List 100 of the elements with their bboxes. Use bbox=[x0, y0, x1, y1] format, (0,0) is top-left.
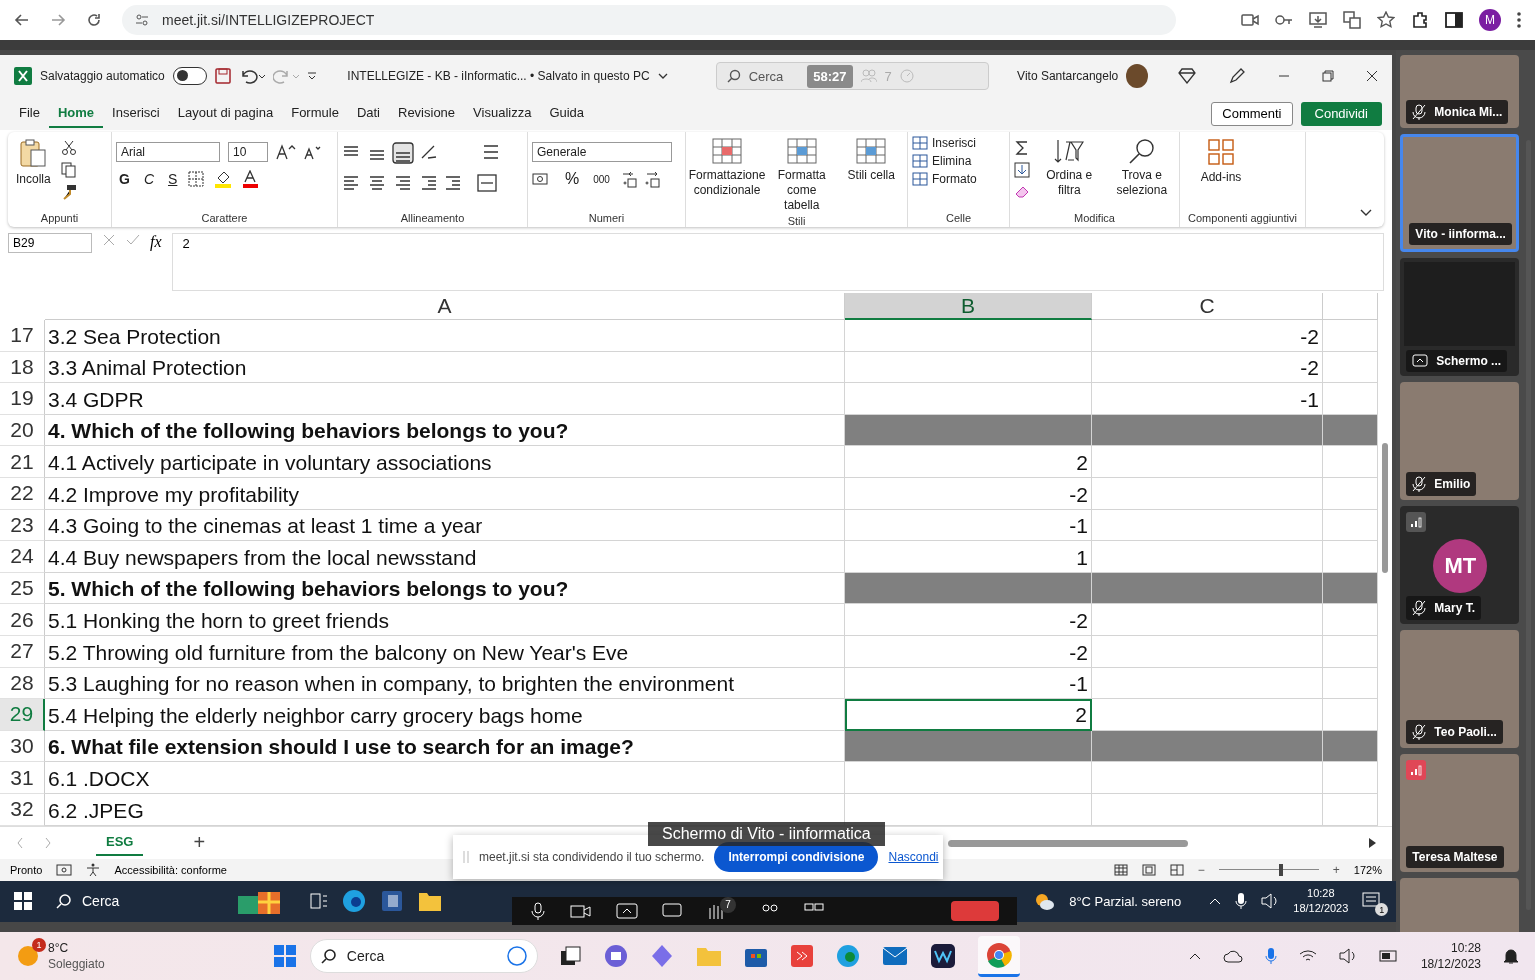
battery-icon[interactable] bbox=[1378, 950, 1399, 962]
add-ins-button[interactable]: Add-ins bbox=[1184, 136, 1258, 187]
forward-arrow-icon[interactable] bbox=[50, 12, 66, 28]
formula-input[interactable]: 2 bbox=[171, 233, 1384, 291]
star-icon[interactable] bbox=[1377, 11, 1395, 29]
row-number[interactable]: 25 bbox=[0, 572, 45, 605]
borders-icon[interactable] bbox=[188, 171, 207, 187]
browser-icon[interactable] bbox=[342, 889, 366, 913]
column-header[interactable]: A bbox=[45, 293, 845, 320]
cloud-icon[interactable] bbox=[1222, 949, 1243, 963]
insert-function-button[interactable]: fx bbox=[150, 233, 162, 251]
diamond-icon[interactable] bbox=[1178, 68, 1196, 84]
row-number[interactable]: 17 bbox=[0, 320, 45, 352]
chat-icon[interactable] bbox=[662, 902, 682, 919]
extensions-icon[interactable] bbox=[1411, 11, 1429, 29]
row-number[interactable]: 21 bbox=[0, 446, 45, 478]
copilot-icon[interactable] bbox=[649, 944, 674, 968]
row-number[interactable]: 20 bbox=[0, 414, 45, 447]
close-icon[interactable] bbox=[1366, 70, 1378, 82]
undo-icon[interactable] bbox=[239, 68, 266, 84]
more-menu-icon[interactable] bbox=[1517, 12, 1521, 28]
autosave-toggle[interactable] bbox=[172, 67, 208, 85]
participant-tile[interactable]: Monica Mi... bbox=[1400, 55, 1520, 128]
camera-icon[interactable] bbox=[1241, 13, 1259, 27]
chat-icon[interactable] bbox=[603, 944, 628, 968]
address-bar[interactable]: meet.jit.si/INTELLIGIZEPROJECT bbox=[122, 5, 1176, 35]
row-number[interactable]: 18 bbox=[0, 351, 45, 384]
screen-share-icon[interactable] bbox=[616, 902, 638, 919]
row-number[interactable]: 22 bbox=[0, 477, 45, 510]
side-panel-icon[interactable] bbox=[1445, 12, 1463, 28]
taskbar-search[interactable]: Cerca bbox=[46, 884, 296, 918]
menu-tab[interactable]: Layout di pagina bbox=[168, 99, 283, 128]
cells-button[interactable]: Elimina bbox=[912, 154, 972, 168]
drag-handle-icon[interactable] bbox=[463, 850, 469, 864]
participant-tile[interactable]: Teo Paoli... bbox=[1400, 630, 1520, 748]
normal-view-icon[interactable] bbox=[1113, 863, 1128, 876]
accessibility-icon[interactable] bbox=[86, 862, 101, 877]
row-number[interactable]: 23 bbox=[0, 509, 45, 542]
column-header[interactable]: C bbox=[1092, 293, 1323, 320]
microphone-icon[interactable] bbox=[530, 901, 546, 920]
row-number[interactable]: 24 bbox=[0, 541, 45, 573]
wifi-icon[interactable] bbox=[1298, 949, 1317, 963]
cells-button[interactable]: Inserisci bbox=[912, 136, 976, 150]
pen-icon[interactable] bbox=[1228, 67, 1246, 85]
bold-button[interactable]: G bbox=[116, 171, 133, 187]
menu-tab[interactable]: Guida bbox=[540, 99, 594, 128]
back-arrow-icon[interactable] bbox=[14, 12, 30, 28]
microphone-icon[interactable] bbox=[1235, 892, 1248, 910]
user-avatar[interactable] bbox=[1126, 64, 1148, 88]
scroll-right-icon[interactable] bbox=[1368, 837, 1376, 848]
percent-button[interactable]: % bbox=[562, 170, 583, 188]
name-box[interactable]: B29 bbox=[8, 233, 92, 253]
editing-button[interactable]: Ordina e filtra bbox=[1036, 136, 1103, 200]
bell-icon[interactable] bbox=[1503, 947, 1519, 965]
row-number[interactable]: 29 bbox=[0, 699, 45, 731]
number-format-dropdown[interactable]: Generale bbox=[532, 142, 672, 162]
menu-tab[interactable]: Dati bbox=[347, 99, 389, 128]
restore-icon[interactable] bbox=[1322, 70, 1334, 82]
styles-button[interactable]: Formattazione condizionale bbox=[690, 136, 764, 200]
remote-app-icon[interactable] bbox=[789, 944, 814, 968]
mail-icon[interactable] bbox=[881, 946, 908, 966]
menu-tab[interactable]: File bbox=[10, 99, 49, 128]
participant-tile[interactable]: Emilio bbox=[1400, 382, 1520, 500]
hide-link[interactable]: Nascondi bbox=[888, 850, 939, 864]
decrease-font-icon[interactable] bbox=[304, 144, 322, 160]
row-number[interactable]: 32 bbox=[0, 793, 45, 826]
chevron-down-icon[interactable] bbox=[1360, 209, 1372, 217]
participant-tile[interactable]: Teresa Maltese bbox=[1400, 754, 1520, 872]
task-view-icon[interactable] bbox=[559, 946, 582, 966]
accessibility-status[interactable]: Accessibilità: conforme bbox=[114, 863, 227, 876]
thousands-button[interactable]: 000 bbox=[590, 173, 613, 185]
folder-icon[interactable] bbox=[418, 890, 442, 912]
hang-up-button[interactable] bbox=[951, 900, 999, 921]
page-break-icon[interactable] bbox=[1169, 863, 1184, 876]
profile-avatar[interactable]: M bbox=[1479, 9, 1501, 31]
install-app-icon[interactable] bbox=[1309, 12, 1327, 28]
check-icon[interactable] bbox=[126, 233, 140, 247]
underline-button[interactable]: S bbox=[165, 171, 181, 187]
customize-caret-icon[interactable] bbox=[307, 71, 318, 81]
zoom-in-button[interactable]: + bbox=[1332, 862, 1340, 877]
save-icon[interactable] bbox=[215, 68, 232, 84]
fill-down-icon[interactable] bbox=[1014, 162, 1030, 178]
add-sheet-button[interactable]: + bbox=[193, 831, 206, 854]
translate-icon[interactable] bbox=[1343, 11, 1361, 29]
styles-button[interactable]: Stili cella bbox=[839, 136, 903, 185]
menu-tab[interactable]: Inserisci bbox=[103, 99, 169, 128]
participant-tile[interactable]: MT Mary T. bbox=[1400, 506, 1520, 624]
app-icon[interactable] bbox=[929, 943, 956, 969]
document-title[interactable]: INTELLEGIZE - KB - iInformatic... • Salvato in questo PC bbox=[347, 69, 650, 83]
menu-tab[interactable]: Visualizza bbox=[464, 99, 541, 128]
zoom-out-button[interactable]: − bbox=[1197, 862, 1205, 877]
row-number[interactable]: 31 bbox=[0, 762, 45, 794]
camera-icon[interactable] bbox=[570, 902, 592, 919]
document-app-icon[interactable] bbox=[380, 889, 404, 913]
menu-tab[interactable]: Home bbox=[48, 99, 104, 128]
comments-button[interactable]: Commenti bbox=[1211, 101, 1293, 126]
paste-button[interactable]: Incolla bbox=[12, 136, 55, 188]
row-number[interactable]: 30 bbox=[0, 730, 45, 763]
share-button[interactable]: Condividi bbox=[1300, 101, 1382, 126]
cells-button[interactable]: Formato bbox=[912, 172, 977, 186]
